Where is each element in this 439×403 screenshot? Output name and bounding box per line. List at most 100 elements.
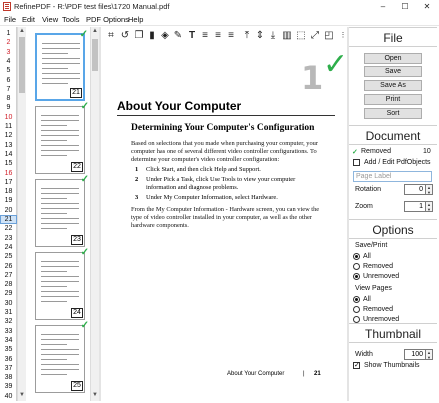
- page-number-item[interactable]: 18: [0, 187, 17, 196]
- copy-icon[interactable]: ❐: [133, 30, 145, 42]
- save-as-button[interactable]: Save As: [364, 80, 422, 91]
- page-number-item[interactable]: 2: [0, 38, 17, 47]
- page-number-item[interactable]: 38: [0, 373, 17, 382]
- stamp-icon[interactable]: ◈: [159, 30, 171, 42]
- page-number-item[interactable]: 22: [0, 224, 17, 233]
- page-number-item[interactable]: 35: [0, 345, 17, 354]
- page-number-item[interactable]: 13: [0, 141, 17, 150]
- delete-icon[interactable]: ▮: [146, 30, 158, 42]
- page-number-item[interactable]: 21: [0, 215, 17, 224]
- menu-help[interactable]: Help: [128, 15, 143, 24]
- menu-pdf-options[interactable]: PDF Options: [86, 15, 129, 24]
- open-button[interactable]: Open: [364, 53, 422, 64]
- page-number-item[interactable]: 5: [0, 66, 17, 75]
- page-view[interactable]: 1 ✓ About Your Computer Determining Your…: [101, 45, 348, 401]
- page-number-item[interactable]: 7: [0, 85, 17, 94]
- page-number-item[interactable]: 27: [0, 271, 17, 280]
- page-number-list[interactable]: 1 2 3 4 5 6 7 8 9 10 11 12 13 14 15 16 17 18 19 20 21 22 23 24 2…: [0, 27, 17, 401]
- text-icon[interactable]: T: [186, 30, 198, 42]
- zoom-icon[interactable]: ◰: [323, 30, 335, 42]
- minimize-button[interactable]: –: [372, 0, 394, 13]
- page-number-item[interactable]: 11: [0, 122, 17, 131]
- rotate-icon[interactable]: ↺: [119, 30, 131, 42]
- scrollbar-thumb[interactable]: [92, 39, 98, 71]
- page-thumbnail[interactable]: ✓ 24: [35, 247, 89, 320]
- fit-page-icon[interactable]: ⬚: [295, 30, 307, 42]
- thumbnail-width-input[interactable]: 100: [404, 349, 426, 360]
- page-number-item[interactable]: 4: [0, 57, 17, 66]
- thumbnail-scrollbar[interactable]: ▲ ▼: [90, 27, 99, 401]
- page-number-item[interactable]: 37: [0, 364, 17, 373]
- maximize-button[interactable]: ☐: [394, 0, 416, 13]
- pen-icon[interactable]: ✎: [172, 30, 184, 42]
- add-edit-pdfobjects-checkbox[interactable]: [353, 159, 360, 166]
- page-number-item[interactable]: 15: [0, 159, 17, 168]
- menu-file[interactable]: File: [4, 15, 16, 24]
- scroll-up-icon[interactable]: ▲: [91, 27, 99, 36]
- sort-button[interactable]: Sort: [364, 108, 422, 119]
- valign-top-icon[interactable]: ⤒: [241, 30, 253, 42]
- zoom-spinner[interactable]: ▲ ▼: [426, 201, 433, 212]
- scroll-down-icon[interactable]: ▼: [18, 391, 26, 400]
- view-pages-removed-radio[interactable]: [353, 306, 360, 313]
- page-number-item[interactable]: 34: [0, 336, 17, 345]
- save-print-all-radio[interactable]: [353, 253, 360, 260]
- page-number-item[interactable]: 29: [0, 289, 17, 298]
- page-number-item[interactable]: 8: [0, 94, 17, 103]
- page-number-item[interactable]: 31: [0, 308, 17, 317]
- menu-edit[interactable]: Edit: [22, 15, 35, 24]
- page-number-item[interactable]: 9: [0, 103, 17, 112]
- rotation-spinner[interactable]: ▲ ▼: [426, 184, 433, 195]
- view-pages-all-radio[interactable]: [353, 296, 360, 303]
- page-number-item[interactable]: 36: [0, 355, 17, 364]
- page-number-item[interactable]: 33: [0, 327, 17, 336]
- close-button[interactable]: ✕: [416, 0, 438, 13]
- page-number-item[interactable]: 19: [0, 196, 17, 205]
- page-number-item[interactable]: 10: [0, 113, 17, 122]
- scroll-up-icon[interactable]: ▲: [18, 27, 26, 36]
- page-number-item[interactable]: 16: [0, 169, 17, 178]
- valign-bottom-icon[interactable]: ⤓: [267, 30, 279, 42]
- expand-icon[interactable]: ⤢: [309, 30, 321, 42]
- page-number-item[interactable]: 32: [0, 317, 17, 326]
- view-pages-unremoved-radio[interactable]: [353, 316, 360, 323]
- align-left-icon[interactable]: ≡: [199, 30, 211, 42]
- save-button[interactable]: Save: [364, 66, 422, 77]
- align-right-icon[interactable]: ≡: [225, 30, 237, 42]
- scroll-down-icon[interactable]: ▼: [91, 391, 99, 400]
- align-center-icon[interactable]: ≡: [212, 30, 224, 42]
- page-number-item[interactable]: 26: [0, 262, 17, 271]
- page-number-item[interactable]: 14: [0, 150, 17, 159]
- page-number-item[interactable]: 30: [0, 299, 17, 308]
- page-number-item[interactable]: 6: [0, 76, 17, 85]
- menu-view[interactable]: View: [42, 15, 58, 24]
- page-number-item[interactable]: 20: [0, 206, 17, 215]
- page-number-item[interactable]: 28: [0, 280, 17, 289]
- columns-icon[interactable]: ▥: [281, 30, 293, 42]
- page-thumbnail[interactable]: ✓ 21: [35, 29, 88, 101]
- menu-tools[interactable]: Tools: [62, 15, 80, 24]
- page-number-item[interactable]: 3: [0, 48, 17, 57]
- save-print-unremoved-radio[interactable]: [353, 273, 360, 280]
- show-thumbnails-checkbox[interactable]: ✓: [353, 362, 360, 369]
- rotation-input[interactable]: 0: [404, 184, 426, 195]
- page-label-input[interactable]: Page Label: [353, 171, 432, 182]
- crop-icon[interactable]: ⌗: [105, 30, 117, 42]
- page-number-item[interactable]: 24: [0, 243, 17, 252]
- zoom-input[interactable]: 1: [404, 201, 426, 212]
- thumbnail-list[interactable]: ✓ 21 ✓ 22 ✓ 23 ✓ 24 ✓ 25: [27, 27, 99, 401]
- page-thumbnail[interactable]: ✓ 23: [35, 174, 89, 247]
- page-thumbnail[interactable]: ✓ 22: [35, 101, 89, 174]
- page-number-item[interactable]: 39: [0, 382, 17, 391]
- page-thumbnail[interactable]: ✓ 25: [35, 320, 89, 393]
- thumbnail-width-spinner[interactable]: ▲ ▼: [426, 349, 433, 360]
- page-list-scrollbar[interactable]: ▲ ▼: [17, 27, 26, 401]
- page-number-item[interactable]: 23: [0, 234, 17, 243]
- page-number-item[interactable]: 40: [0, 392, 17, 401]
- page-number-item[interactable]: 1: [0, 29, 17, 38]
- page-number-item[interactable]: 25: [0, 252, 17, 261]
- save-print-removed-radio[interactable]: [353, 263, 360, 270]
- page-number-item[interactable]: 17: [0, 178, 17, 187]
- valign-middle-icon[interactable]: ⇕: [254, 30, 266, 42]
- print-button[interactable]: Print: [364, 94, 422, 105]
